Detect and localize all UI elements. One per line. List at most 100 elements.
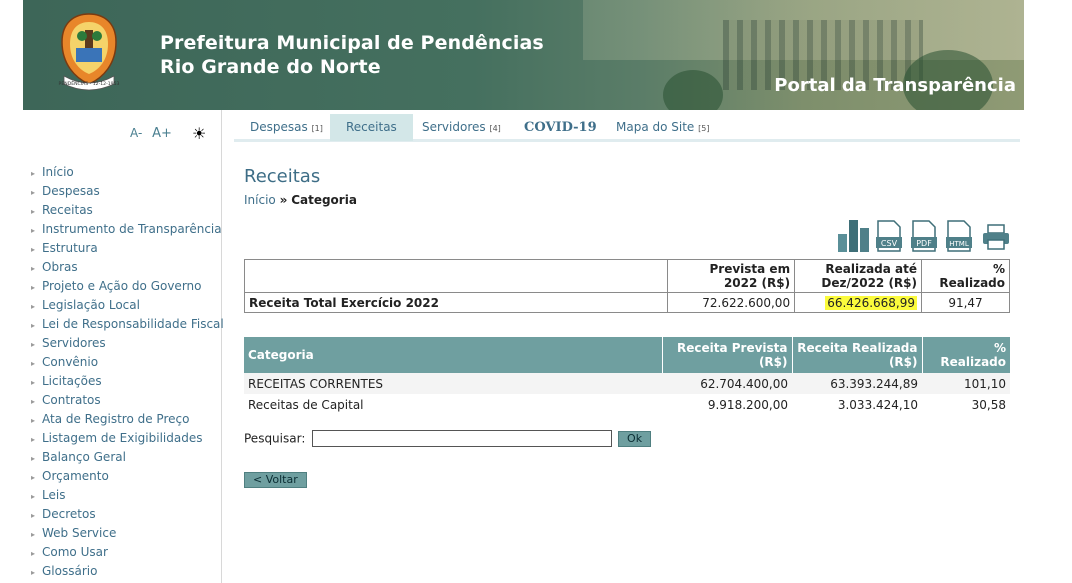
sidebar: A- A+ ☀ ▸ Início ▸ Despesas ▸ Receitas ▸ Instru…	[0, 110, 224, 583]
sidebar-item[interactable]: ▸ Glossário	[31, 562, 224, 581]
chevron-right-icon: ▸	[31, 473, 36, 482]
summary-row: Receita Total Exercício 2022 72.622.600,…	[243, 292, 1010, 313]
sidebar-item-label: Decretos	[42, 507, 96, 521]
sidebar-item[interactable]: ▸ Licitações	[31, 372, 224, 391]
sidebar-item-label: Despesas	[42, 184, 100, 198]
summary-table: Prevista em 2022 (R$) Realizada até Dez/…	[243, 259, 1010, 313]
city-coat-of-arms-logo[interactable]: PENDÊNCIAS - 12-12-1953	[58, 12, 120, 94]
chevron-right-icon: ▸	[31, 264, 36, 273]
sidebar-item[interactable]: ▸ Lei de Responsabilidade Fiscal	[31, 315, 224, 334]
back-button[interactable]: < Voltar	[244, 472, 307, 488]
site-title-line1: Prefeitura Municipal de Pendências	[160, 32, 544, 54]
chevron-right-icon: ▸	[31, 283, 36, 292]
font-increase-button[interactable]: A+	[152, 126, 172, 141]
sidebar-item[interactable]: ▸ Ata de Registro de Preço	[31, 410, 224, 429]
sidebar-item[interactable]: ▸ Receitas	[31, 201, 224, 220]
sidebar-item[interactable]: ▸ Orçamento	[31, 467, 224, 486]
sidebar-item[interactable]: ▸ Início	[31, 163, 224, 182]
sidebar-item-label: Web Service	[42, 526, 117, 540]
sidebar-item-label: Estrutura	[42, 241, 98, 255]
print-icon[interactable]	[982, 224, 1010, 250]
search-input[interactable]	[312, 430, 613, 447]
sidebar-item-label: Receitas	[42, 203, 93, 217]
header-tree	[663, 70, 723, 110]
chevron-right-icon: ▸	[31, 226, 36, 235]
sidebar-item[interactable]: ▸ Decretos	[31, 505, 224, 524]
sidebar-item[interactable]: ▸ Obras	[31, 258, 224, 277]
table-row[interactable]: Receitas de Capital 9.918.200,00 3.033.4…	[244, 394, 1010, 415]
chevron-right-icon: ▸	[31, 492, 36, 501]
svg-text:PDF: PDF	[916, 239, 932, 248]
category-header-prevista[interactable]: Receita Prevista (R$)	[662, 337, 793, 373]
breadcrumb-separator: »	[279, 193, 288, 207]
sidebar-item[interactable]: ▸ Instrumento de Transparência	[31, 220, 224, 239]
sidebar-item-label: Ata de Registro de Preço	[42, 412, 190, 426]
sidebar-item[interactable]: ▸ Como Usar	[31, 543, 224, 562]
summary-prevista-value: 72.622.600,00	[667, 292, 796, 313]
sidebar-item-label: Projeto e Ação do Governo	[42, 279, 202, 293]
sidebar-item[interactable]: ▸ Estrutura	[31, 239, 224, 258]
chevron-right-icon: ▸	[31, 397, 36, 406]
table-row[interactable]: RECEITAS CORRENTES 62.704.400,00 63.393.…	[244, 373, 1010, 394]
pdf-export-icon[interactable]: PDF	[911, 220, 937, 252]
html-export-icon[interactable]: HTML	[946, 220, 972, 252]
category-name[interactable]: RECEITAS CORRENTES	[244, 373, 662, 394]
sidebar-item[interactable]: ▸ Convênio	[31, 353, 224, 372]
category-name[interactable]: Receitas de Capital	[244, 394, 662, 415]
top-tabs: Despesas [1] Receitas Servidores [4] COV…	[234, 114, 1020, 142]
sidebar-item[interactable]: ▸ Projeto e Ação do Governo	[31, 277, 224, 296]
sidebar-item[interactable]: ▸ Contratos	[31, 391, 224, 410]
sun-icon[interactable]: ☀	[192, 124, 206, 143]
summary-pct-value: 91,47	[921, 292, 1010, 313]
csv-export-icon[interactable]: CSV	[876, 220, 902, 252]
sidebar-item[interactable]: ▸ Despesas	[31, 182, 224, 201]
category-header-realizada[interactable]: Receita Realizada (R$)	[792, 337, 923, 373]
search-ok-button[interactable]: Ok	[618, 430, 652, 447]
breadcrumb-home-link[interactable]: Início	[244, 193, 276, 207]
chevron-right-icon: ▸	[31, 359, 36, 368]
sidebar-item-label: Legislação Local	[42, 298, 140, 312]
category-pct: 30,58	[971, 397, 1006, 412]
sidebar-item-label: Leis	[42, 488, 66, 502]
tab-despesas[interactable]: Despesas [1]	[234, 114, 339, 141]
chart-icon[interactable]	[838, 220, 870, 252]
summary-realizada-value: 66.426.668,99	[825, 295, 918, 310]
page-title: Receitas	[244, 166, 321, 187]
summary-header-prevista: Prevista em 2022 (R$)	[667, 259, 796, 293]
sidebar-item[interactable]: ▸ Servidores	[31, 334, 224, 353]
breadcrumb-current: Categoria	[291, 193, 357, 207]
sidebar-item-label: Licitações	[42, 374, 102, 388]
sidebar-item-label: Servidores	[42, 336, 106, 350]
svg-text:CSV: CSV	[881, 239, 898, 248]
sidebar-item[interactable]: ▸ Balanço Geral	[31, 448, 224, 467]
tab-mapa-do-site[interactable]: Mapa do Site [5]	[600, 114, 725, 141]
tab-servidores[interactable]: Servidores [4]	[406, 114, 517, 141]
chevron-right-icon: ▸	[31, 340, 36, 349]
category-header-categoria[interactable]: Categoria	[244, 337, 663, 373]
sidebar-item[interactable]: ▸ Web Service	[31, 524, 224, 543]
sidebar-item-label: Contratos	[42, 393, 101, 407]
chevron-right-icon: ▸	[31, 511, 36, 520]
summary-header-realizada: Realizada até Dez/2022 (R$)	[794, 259, 923, 293]
chevron-right-icon: ▸	[31, 302, 36, 311]
chevron-right-icon: ▸	[31, 549, 36, 558]
chevron-right-icon: ▸	[31, 435, 36, 444]
sidebar-item[interactable]: ▸ Listagem de Exigibilidades	[31, 429, 224, 448]
sidebar-item-label: Como Usar	[42, 545, 108, 559]
site-header: PENDÊNCIAS - 12-12-1953 Prefeitura Munic…	[23, 0, 1024, 110]
category-header-pct[interactable]: % Realizado	[922, 337, 1010, 373]
breadcrumb: Início » Categoria	[244, 193, 357, 207]
sidebar-item[interactable]: ▸ Leis	[31, 486, 224, 505]
tab-receitas[interactable]: Receitas	[330, 114, 413, 141]
portal-title: Portal da Transparência	[774, 75, 1016, 96]
tab-covid-19[interactable]: COVID-19	[508, 114, 613, 141]
sidebar-item[interactable]: ▸ Legislação Local	[31, 296, 224, 315]
chevron-right-icon: ▸	[31, 321, 36, 330]
chevron-right-icon: ▸	[31, 378, 36, 387]
category-prevista: 9.918.200,00	[707, 397, 788, 412]
chevron-right-icon: ▸	[31, 454, 36, 463]
sidebar-item-label: Lei de Responsabilidade Fiscal	[42, 317, 224, 331]
summary-header-pct: % Realizado	[921, 259, 1010, 293]
search-form: Pesquisar: Ok	[244, 430, 652, 447]
font-decrease-button[interactable]: A-	[130, 126, 142, 140]
